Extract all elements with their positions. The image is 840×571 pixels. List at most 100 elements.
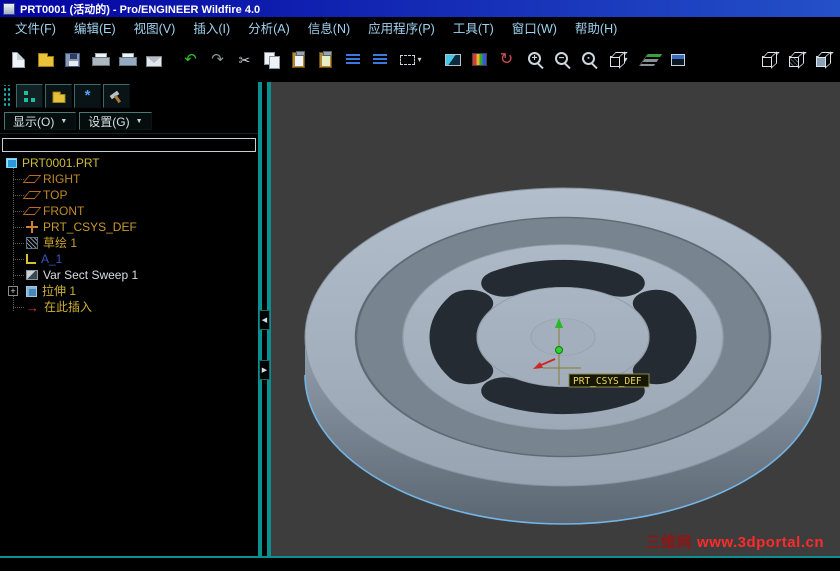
menu-item-view[interactable]: 视图(V) xyxy=(125,18,185,37)
cut-icon: ✂ xyxy=(238,51,251,68)
show-dropdown-button[interactable]: 显示(O) ▼ xyxy=(4,112,77,130)
tree-item-front-plane[interactable]: FRONT xyxy=(13,203,258,219)
shaded-display-button[interactable] xyxy=(808,46,835,73)
print-icon xyxy=(91,52,110,67)
extrude-feature-icon xyxy=(26,285,37,297)
connections-hammer-icon xyxy=(110,90,123,103)
paste-special-button[interactable] xyxy=(312,46,339,73)
cut-button[interactable]: ✂ xyxy=(231,46,258,73)
open-file-button[interactable] xyxy=(32,46,59,73)
zoom-in-button[interactable]: + xyxy=(520,46,547,73)
app-icon xyxy=(3,2,15,15)
menu-item-info[interactable]: 信息(N) xyxy=(299,18,359,37)
item-list-button[interactable] xyxy=(339,46,366,73)
layers-button[interactable] xyxy=(637,46,664,73)
settings-dropdown-button[interactable]: 设置(G) ▼ xyxy=(79,112,152,130)
search-list-button[interactable] xyxy=(366,46,393,73)
zoom-out-button[interactable]: − xyxy=(547,46,574,73)
plot-icon xyxy=(118,52,137,67)
menu-item-analysis[interactable]: 分析(A) xyxy=(239,18,299,37)
menu-item-tools[interactable]: 工具(T) xyxy=(444,18,503,37)
folder-browser-tab[interactable] xyxy=(45,84,72,108)
part-icon xyxy=(6,158,17,168)
menu-item-help[interactable]: 帮助(H) xyxy=(566,18,626,37)
view-manager-button[interactable] xyxy=(664,46,691,73)
kidney-slot xyxy=(429,289,494,385)
menu-item-edit[interactable]: 编辑(E) xyxy=(65,18,125,37)
status-bar xyxy=(0,556,840,571)
graphics-area[interactable]: PRT_CSYS_DEF 三维网 www.3dportal.cn xyxy=(271,82,840,556)
send-email-button[interactable] xyxy=(140,46,167,73)
panel-drag-handle-icon[interactable] xyxy=(2,85,11,107)
copy-button[interactable] xyxy=(258,46,285,73)
spin-center-button[interactable]: ↻ xyxy=(493,46,520,73)
redo-button[interactable]: ↷ xyxy=(204,46,231,73)
3d-model-part[interactable] xyxy=(304,187,822,525)
shade-button[interactable] xyxy=(466,46,493,73)
sweep-feature-icon xyxy=(26,270,38,280)
saved-views-icon xyxy=(610,55,622,67)
csys-origin-point xyxy=(555,346,563,354)
tree-item-top-plane[interactable]: TOP xyxy=(13,187,258,203)
wireframe-display-icon xyxy=(762,55,773,67)
repaint-icon xyxy=(444,53,461,66)
wireframe-display-button[interactable] xyxy=(754,46,781,73)
window-title: PRT0001 (活动的) - Pro/ENGINEER Wildfire 4.… xyxy=(20,3,261,16)
display-style-group xyxy=(754,46,835,73)
zoom-in-icon: + xyxy=(528,52,541,65)
redo-icon: ↷ xyxy=(211,51,224,68)
model-tree-tab-icon xyxy=(24,90,28,95)
settings-dropdown-label: 设置(G) xyxy=(88,114,130,129)
center-boss-edge xyxy=(530,318,596,356)
favorites-tab[interactable]: * xyxy=(74,84,101,108)
menu-item-insert[interactable]: 插入(I) xyxy=(184,18,239,37)
tree-item-right-plane[interactable]: RIGHT xyxy=(13,171,258,187)
print-button[interactable] xyxy=(86,46,113,73)
refit-button[interactable]: ▪ xyxy=(574,46,601,73)
connections-tab[interactable] xyxy=(103,84,130,108)
save-button[interactable] xyxy=(59,46,86,73)
menu-item-applications[interactable]: 应用程序(P) xyxy=(359,18,444,37)
watermark: 三维网 www.3dportal.cn xyxy=(646,531,824,552)
saved-views-button[interactable]: ▾ xyxy=(601,46,637,73)
menu-item-file[interactable]: 文件(F) xyxy=(6,18,65,37)
chevron-down-icon: ▼ xyxy=(135,117,143,125)
watermark-url: www.3dportal.cn xyxy=(697,534,824,551)
tree-item-prt0001[interactable]: PRT0001.PRT xyxy=(6,155,258,171)
datum-plane-icon xyxy=(22,175,42,183)
refit-icon: ▪ xyxy=(582,52,595,65)
selection-filter-icon xyxy=(400,54,416,65)
paste-special-icon xyxy=(319,50,332,68)
tree-item-axis-a1[interactable]: A_1 xyxy=(13,251,258,267)
collapse-panel-handle[interactable]: ◀ xyxy=(259,310,270,330)
paste-button[interactable] xyxy=(285,46,312,73)
panel-splitter[interactable]: ◀ ▶ xyxy=(258,82,271,556)
search-list-icon xyxy=(372,53,387,66)
undo-button[interactable]: ↶ xyxy=(177,46,204,73)
selection-filter-button[interactable]: ▾ xyxy=(393,46,429,73)
tree-item-prt-csys-def[interactable]: PRT_CSYS_DEF xyxy=(13,219,258,235)
csys-label: PRT_CSYS_DEF xyxy=(573,376,642,387)
expand-plus-icon[interactable]: + xyxy=(8,286,18,296)
new-file-button[interactable] xyxy=(5,46,32,73)
repaint-button[interactable] xyxy=(439,46,466,73)
tree-item-insert-here[interactable]: → 在此插入 xyxy=(13,299,258,315)
plot-button[interactable] xyxy=(113,46,140,73)
tree-item-extrude-1[interactable]: + 拉伸 1 xyxy=(8,283,258,299)
csys-icon xyxy=(26,221,38,233)
content-area: * 显示(O) ▼ 设置(G) ▼ PRT0001.PRT RIGHT TOP … xyxy=(0,82,840,556)
copy-icon xyxy=(264,52,280,69)
axis-icon xyxy=(26,254,36,264)
sketch-icon xyxy=(26,237,38,249)
menu-item-window[interactable]: 窗口(W) xyxy=(503,18,566,37)
model-tree-tab[interactable] xyxy=(16,84,43,108)
model-viewport[interactable]: PRT_CSYS_DEF xyxy=(271,82,840,556)
expand-panel-handle[interactable]: ▶ xyxy=(259,360,270,380)
open-file-icon xyxy=(37,53,54,67)
tree-item-sketch-1[interactable]: 草绘 1 xyxy=(13,235,258,251)
paste-icon xyxy=(292,50,305,68)
shaded-display-icon xyxy=(816,55,827,67)
tree-filter-box[interactable] xyxy=(2,138,256,152)
hidden-line-display-button[interactable] xyxy=(781,46,808,73)
tree-item-var-sect-sweep-1[interactable]: Var Sect Sweep 1 xyxy=(13,267,258,283)
